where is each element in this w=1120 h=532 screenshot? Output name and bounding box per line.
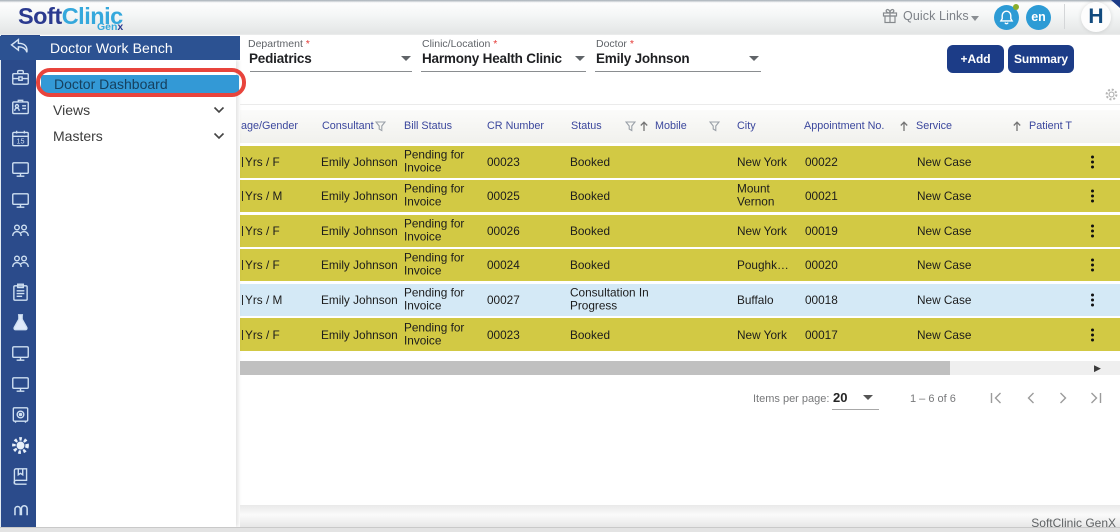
svg-text:15: 15 xyxy=(16,138,24,146)
